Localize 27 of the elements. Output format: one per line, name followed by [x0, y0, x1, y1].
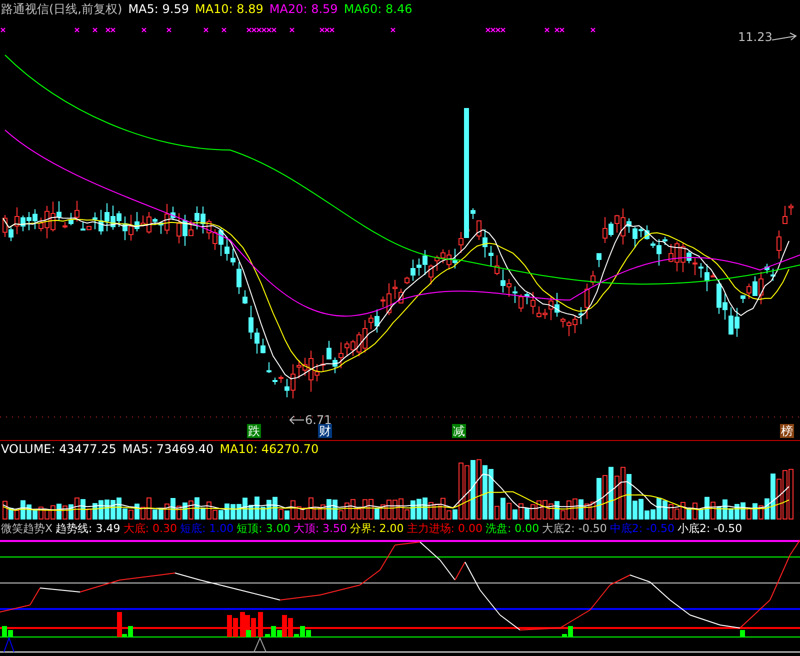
indicator-value: 短底: 1.00 — [180, 521, 234, 537]
arrow-icon — [772, 32, 797, 40]
indicator-value: MA10: 8.89 — [194, 1, 264, 17]
indicator-value: 趋势线: 3.49 — [56, 521, 120, 537]
indicator-value: MA5: 9.59 — [128, 1, 189, 17]
signal-tag: 跌 — [247, 424, 261, 438]
indicator-value: VOLUME: 43477.25 — [1, 441, 116, 457]
indicator-value: 大底2: -0.50 — [542, 521, 607, 537]
indicator-value: 大底: 0.30 — [123, 521, 177, 537]
indicator-value: 短顶: 3.00 — [236, 521, 290, 537]
indicator-value: MA60: 8.46 — [344, 1, 412, 17]
stock-title: 路通视信(日线,前复权) — [1, 1, 122, 17]
indicator-value: 洗盘: 0.00 — [485, 521, 540, 537]
indicator-value: 主力进场: 0.00 — [406, 521, 482, 537]
high-price-label: 11.23 — [738, 31, 772, 44]
indicator-value: 分界: 2.00 — [350, 521, 404, 537]
indicator-value: 小底2: -0.50 — [678, 521, 742, 537]
indicator-value: MA10: 46270.70 — [220, 441, 319, 457]
indicator-value: MA20: 8.59 — [269, 1, 338, 17]
signal-tag: 减 — [452, 424, 466, 438]
indicator-value: 中底2: -0.50 — [610, 521, 675, 537]
indicator-value: MA5: 73469.40 — [122, 441, 214, 457]
indicator-title: 微笑趋势X — [1, 521, 53, 537]
signal-tag: 榜 — [780, 424, 794, 438]
arrow-icon — [289, 416, 304, 424]
signal-tag: 财 — [318, 424, 332, 438]
indicator-value: 大顶: 3.50 — [293, 521, 348, 537]
